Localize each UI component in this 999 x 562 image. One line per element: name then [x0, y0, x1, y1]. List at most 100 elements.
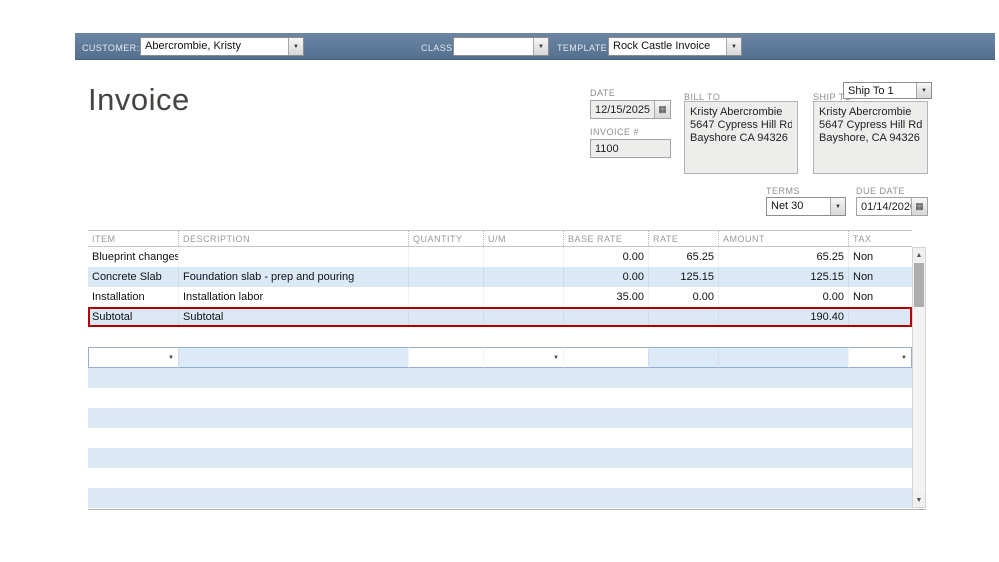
dropdown-arrow-icon[interactable]: ▼ — [916, 83, 931, 98]
table-row[interactable]: Concrete Slab Foundation slab - prep and… — [88, 267, 912, 287]
cell-um[interactable] — [483, 247, 563, 267]
column-header-tax: TAX — [848, 231, 912, 246]
dropdown-arrow-icon[interactable]: ▼ — [533, 38, 548, 55]
table-scrollbar[interactable]: ▲ ▼ — [912, 247, 926, 508]
terms-label: TERMS — [766, 186, 800, 196]
cell-description[interactable] — [178, 247, 408, 267]
bill-to-line: 5647 Cypress Hill Rd — [690, 119, 792, 132]
subtotal-row[interactable]: Subtotal Subtotal 190.40 — [88, 307, 912, 327]
cell-tax[interactable]: Non — [848, 287, 912, 307]
cell-item[interactable]: Blueprint changes — [88, 247, 178, 267]
invoice-number-input[interactable]: 1100 — [590, 139, 671, 158]
calendar-icon[interactable]: ▦ — [654, 101, 670, 118]
item-select-cell[interactable]: ▼ — [88, 347, 178, 368]
cell-rate[interactable]: 0.00 — [648, 287, 718, 307]
cell-rate[interactable]: 65.25 — [648, 247, 718, 267]
table-header-row: ITEM DESCRIPTION QUANTITY U/M BASE RATE … — [88, 230, 912, 247]
empty-line-row[interactable] — [88, 448, 912, 468]
cell-tax[interactable]: Non — [848, 267, 912, 287]
cell-um[interactable] — [483, 307, 563, 327]
customer-job-value: Abercrombie, Kristy — [141, 38, 288, 55]
page-title: Invoice — [88, 82, 190, 118]
dropdown-arrow-icon[interactable]: ▼ — [830, 198, 845, 215]
dropdown-arrow-icon[interactable]: ▼ — [901, 355, 907, 361]
cell-description[interactable]: Subtotal — [178, 307, 408, 327]
cell-base-rate[interactable] — [563, 307, 648, 327]
dropdown-arrow-icon[interactable]: ▼ — [553, 355, 559, 361]
class-dropdown[interactable]: ▼ — [453, 37, 549, 56]
cell-rate[interactable]: 125.15 — [648, 267, 718, 287]
due-date-input[interactable]: 01/14/2026 ▦ — [856, 197, 928, 216]
scroll-thumb[interactable] — [914, 263, 924, 307]
cell-rate[interactable] — [648, 307, 718, 327]
column-header-um: U/M — [483, 231, 563, 246]
cell-item[interactable]: Concrete Slab — [88, 267, 178, 287]
cell-base-rate[interactable]: 0.00 — [563, 247, 648, 267]
quantity-entry-cell[interactable] — [408, 347, 483, 368]
date-label: DATE — [590, 88, 615, 98]
cell-quantity[interactable] — [408, 267, 483, 287]
amount-entry-cell[interactable] — [718, 347, 848, 368]
class-value — [454, 38, 533, 55]
cell-quantity[interactable] — [408, 307, 483, 327]
cell-item[interactable]: Installation — [88, 287, 178, 307]
ship-to-box[interactable]: Kristy Abercrombie 5647 Cypress Hill Rd … — [813, 101, 928, 174]
base-rate-entry-cell[interactable] — [563, 347, 648, 368]
date-input[interactable]: 12/15/2025 ▦ — [590, 100, 671, 119]
terms-dropdown[interactable]: Net 30 ▼ — [766, 197, 846, 216]
cell-description[interactable]: Foundation slab - prep and pouring — [178, 267, 408, 287]
bill-to-line: Bayshore CA 94326 — [690, 132, 792, 145]
empty-line-row[interactable] — [88, 488, 912, 508]
cell-um[interactable] — [483, 267, 563, 287]
cell-item[interactable]: Subtotal — [88, 307, 178, 327]
table-row[interactable]: Blueprint changes 0.00 65.25 65.25 Non — [88, 247, 912, 267]
description-entry-cell[interactable] — [178, 347, 408, 368]
cell-quantity[interactable] — [408, 287, 483, 307]
empty-line-row[interactable] — [88, 408, 912, 428]
bill-to-box[interactable]: Kristy Abercrombie 5647 Cypress Hill Rd … — [684, 101, 798, 174]
tax-select-cell[interactable]: ▼ — [848, 347, 912, 368]
cell-tax[interactable]: Non — [848, 247, 912, 267]
bill-to-line: Kristy Abercrombie — [690, 106, 792, 119]
empty-line-row[interactable] — [88, 428, 912, 448]
ship-to-selected: Ship To 1 — [844, 83, 916, 98]
dropdown-arrow-icon[interactable]: ▼ — [726, 38, 741, 55]
cell-quantity[interactable] — [408, 247, 483, 267]
cell-base-rate[interactable]: 35.00 — [563, 287, 648, 307]
empty-line-row[interactable] — [88, 468, 912, 488]
new-line-entry-row[interactable]: ▼ ▼ ▼ — [88, 347, 912, 368]
scroll-down-button[interactable]: ▼ — [913, 493, 925, 507]
cell-base-rate[interactable]: 0.00 — [563, 267, 648, 287]
dropdown-arrow-icon[interactable]: ▼ — [168, 355, 174, 361]
calendar-icon[interactable]: ▦ — [911, 198, 927, 215]
cell-tax[interactable] — [848, 307, 912, 327]
ship-to-line: 5647 Cypress Hill Rd — [819, 119, 922, 132]
table-row[interactable]: Installation Installation labor 35.00 0.… — [88, 287, 912, 307]
um-select-cell[interactable]: ▼ — [483, 347, 563, 368]
customer-job-dropdown[interactable]: Abercrombie, Kristy ▼ — [140, 37, 304, 56]
cell-amount[interactable]: 65.25 — [718, 247, 848, 267]
ship-to-line: Kristy Abercrombie — [819, 106, 922, 119]
class-label: CLASS — [421, 43, 453, 53]
cell-um[interactable] — [483, 287, 563, 307]
empty-line-row[interactable] — [88, 327, 912, 347]
cell-amount[interactable]: 125.15 — [718, 267, 848, 287]
rate-entry-cell[interactable] — [648, 347, 718, 368]
cell-amount[interactable]: 0.00 — [718, 287, 848, 307]
date-value: 12/15/2025 — [591, 101, 654, 118]
template-dropdown[interactable]: Rock Castle Invoice ▼ — [608, 37, 742, 56]
line-items-table: ITEM DESCRIPTION QUANTITY U/M BASE RATE … — [88, 230, 912, 508]
dropdown-arrow-icon[interactable]: ▼ — [288, 38, 303, 55]
invoice-number-value: 1100 — [591, 140, 670, 157]
template-value: Rock Castle Invoice — [609, 38, 726, 55]
ship-to-line: Bayshore, CA 94326 — [819, 132, 922, 145]
empty-line-row[interactable] — [88, 368, 912, 388]
column-header-description: DESCRIPTION — [178, 231, 408, 246]
cell-amount[interactable]: 190.40 — [718, 307, 848, 327]
scroll-up-button[interactable]: ▲ — [913, 248, 925, 262]
cell-description[interactable]: Installation labor — [178, 287, 408, 307]
ship-to-dropdown[interactable]: Ship To 1 ▼ — [843, 82, 932, 99]
due-date-value: 01/14/2026 — [857, 198, 911, 215]
form-header-bar: CUSTOMER:JOB Abercrombie, Kristy ▼ CLASS… — [75, 33, 995, 60]
empty-line-row[interactable] — [88, 388, 912, 408]
